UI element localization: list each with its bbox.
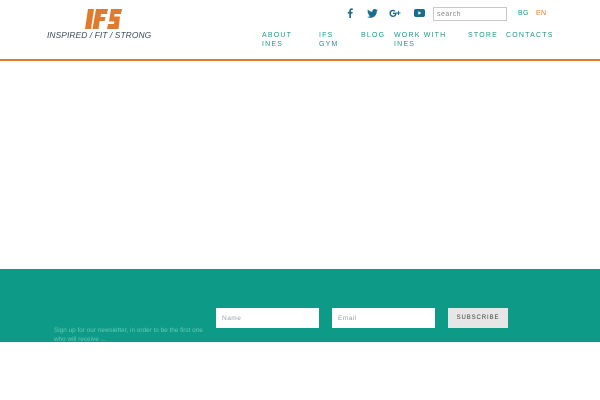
newsletter-text: Sign up for our newsletter, in order to … — [54, 327, 203, 342]
google-plus-link[interactable] — [389, 8, 401, 18]
site-header: INSPIRED / FIT / STRONG BG EN ABOUT INES… — [0, 0, 600, 59]
ifs-logo-mark — [85, 9, 122, 29]
logo-tagline: INSPIRED / FIT / STRONG — [47, 30, 152, 40]
newsletter-email-input[interactable] — [332, 308, 435, 328]
nav-ifs-gym[interactable]: IFS GYM — [319, 31, 353, 49]
page-bottom — [0, 342, 600, 400]
youtube-link[interactable] — [413, 8, 425, 18]
ifs-logo[interactable]: INSPIRED / FIT / STRONG — [47, 8, 152, 42]
facebook-icon — [347, 8, 353, 18]
nav-contacts[interactable]: CONTACTS — [506, 31, 558, 40]
nav-store[interactable]: STORE — [468, 31, 500, 40]
newsletter-name-input[interactable] — [216, 308, 319, 328]
twitter-link[interactable] — [366, 8, 378, 18]
google-plus-icon — [389, 9, 401, 17]
nav-work-with-ines[interactable]: WORK WITH INES — [394, 31, 458, 49]
nav-blog[interactable]: BLOG — [361, 31, 391, 40]
nav-about-ines[interactable]: ABOUT INES — [262, 31, 304, 49]
youtube-icon — [413, 9, 425, 17]
newsletter-footer: Sign up for our newsletter, in order to … — [0, 269, 600, 342]
language-bg[interactable]: BG — [518, 10, 529, 17]
search-input[interactable] — [433, 7, 507, 21]
subscribe-button[interactable]: SUBSCRIBE — [448, 308, 508, 328]
twitter-icon — [366, 8, 378, 18]
main-content — [0, 61, 600, 269]
facebook-link[interactable] — [345, 8, 355, 18]
language-en[interactable]: EN — [536, 10, 546, 17]
